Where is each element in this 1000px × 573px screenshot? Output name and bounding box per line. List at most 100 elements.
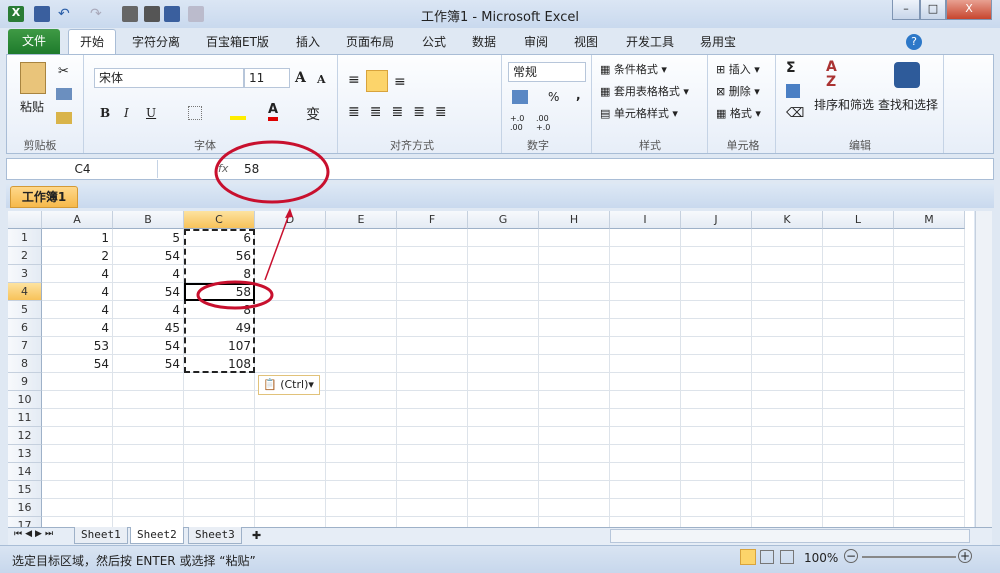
cell-A9[interactable] [42, 373, 113, 391]
column-header-G[interactable]: G [468, 211, 539, 229]
cell-G5[interactable] [468, 301, 539, 319]
copy-icon[interactable] [56, 88, 72, 100]
cell-J5[interactable] [681, 301, 752, 319]
cell-C12[interactable] [184, 427, 255, 445]
font-name-select[interactable]: 宋体 [94, 68, 244, 88]
zoom-out-button[interactable]: − [844, 549, 858, 563]
cell-K11[interactable] [752, 409, 823, 427]
cell-J9[interactable] [681, 373, 752, 391]
cell-D4[interactable] [255, 283, 326, 301]
cell-J10[interactable] [681, 391, 752, 409]
cell-F8[interactable] [397, 355, 468, 373]
bottom-align-icon[interactable]: ≡ [394, 74, 406, 90]
cell-C3[interactable]: 8 [184, 265, 255, 283]
tab-review[interactable]: 审阅 [514, 30, 558, 54]
select-all-corner[interactable] [8, 211, 42, 229]
cell-H5[interactable] [539, 301, 610, 319]
row-header-4[interactable]: 4 [8, 283, 42, 301]
cell-M6[interactable] [894, 319, 965, 337]
cell-B12[interactable] [113, 427, 184, 445]
tab-home[interactable]: 开始 [68, 29, 116, 55]
cell-I5[interactable] [610, 301, 681, 319]
cell-A5[interactable]: 4 [42, 301, 113, 319]
row-header-3[interactable]: 3 [8, 265, 42, 283]
phonetic-button[interactable]: 变 [306, 104, 320, 124]
cell-J11[interactable] [681, 409, 752, 427]
cell-J2[interactable] [681, 247, 752, 265]
cell-B3[interactable]: 4 [113, 265, 184, 283]
cell-A6[interactable]: 4 [42, 319, 113, 337]
cell-L1[interactable] [823, 229, 894, 247]
cell-C11[interactable] [184, 409, 255, 427]
cell-E1[interactable] [326, 229, 397, 247]
cell-C16[interactable] [184, 499, 255, 517]
cell-K17[interactable] [752, 517, 823, 527]
cell-A14[interactable] [42, 463, 113, 481]
cell-C7[interactable]: 107 [184, 337, 255, 355]
sheet-nav-buttons[interactable]: ⏮◀▶⏭ [14, 529, 56, 539]
cell-K14[interactable] [752, 463, 823, 481]
cell-F5[interactable] [397, 301, 468, 319]
cell-F4[interactable] [397, 283, 468, 301]
cell-H9[interactable] [539, 373, 610, 391]
cell-K5[interactable] [752, 301, 823, 319]
cell-I6[interactable] [610, 319, 681, 337]
cell-J4[interactable] [681, 283, 752, 301]
cell-F10[interactable] [397, 391, 468, 409]
cell-K10[interactable] [752, 391, 823, 409]
cell-A17[interactable] [42, 517, 113, 527]
cell-H12[interactable] [539, 427, 610, 445]
cell-H8[interactable] [539, 355, 610, 373]
cell-I14[interactable] [610, 463, 681, 481]
cell-C10[interactable] [184, 391, 255, 409]
cell-L8[interactable] [823, 355, 894, 373]
column-header-F[interactable]: F [397, 211, 468, 229]
cell-L11[interactable] [823, 409, 894, 427]
horizontal-align-icons[interactable]: ≣≣≣≣≣ [348, 104, 457, 120]
row-header-6[interactable]: 6 [8, 319, 42, 337]
border-icon[interactable] [188, 106, 202, 120]
find-icon[interactable] [894, 62, 920, 88]
paste-button[interactable]: 粘贴 [20, 98, 44, 115]
cell-K2[interactable] [752, 247, 823, 265]
bold-button[interactable]: B [100, 106, 110, 120]
cell-C9[interactable] [184, 373, 255, 391]
cell-F7[interactable] [397, 337, 468, 355]
conditional-format-button[interactable]: ▦ 条件格式 ▾ [600, 61, 667, 77]
cell-M14[interactable] [894, 463, 965, 481]
cell-F12[interactable] [397, 427, 468, 445]
cell-F1[interactable] [397, 229, 468, 247]
cell-E9[interactable] [326, 373, 397, 391]
help-icon[interactable]: ? [906, 34, 922, 50]
cell-J6[interactable] [681, 319, 752, 337]
vertical-scrollbar[interactable] [975, 211, 992, 527]
find-select-button[interactable]: 查找和选择 [878, 96, 938, 113]
sort-filter-button[interactable]: 排序和筛选 [814, 96, 874, 113]
cell-F17[interactable] [397, 517, 468, 527]
cell-D6[interactable] [255, 319, 326, 337]
cell-G9[interactable] [468, 373, 539, 391]
cell-J15[interactable] [681, 481, 752, 499]
tab-insert[interactable]: 插入 [286, 30, 330, 54]
cell-C14[interactable] [184, 463, 255, 481]
cell-D1[interactable] [255, 229, 326, 247]
cell-G17[interactable] [468, 517, 539, 527]
tab-file[interactable]: 文件 [8, 29, 60, 54]
cell-G10[interactable] [468, 391, 539, 409]
cell-L13[interactable] [823, 445, 894, 463]
cell-G7[interactable] [468, 337, 539, 355]
column-header-M[interactable]: M [894, 211, 965, 229]
cell-B13[interactable] [113, 445, 184, 463]
cell-H4[interactable] [539, 283, 610, 301]
normal-view-icon[interactable] [740, 549, 756, 565]
cell-I15[interactable] [610, 481, 681, 499]
cell-A11[interactable] [42, 409, 113, 427]
cell-J13[interactable] [681, 445, 752, 463]
cell-K1[interactable] [752, 229, 823, 247]
column-header-J[interactable]: J [681, 211, 752, 229]
cell-I8[interactable] [610, 355, 681, 373]
cell-F16[interactable] [397, 499, 468, 517]
cell-G8[interactable] [468, 355, 539, 373]
tab-view[interactable]: 视图 [564, 30, 608, 54]
row-header-5[interactable]: 5 [8, 301, 42, 319]
